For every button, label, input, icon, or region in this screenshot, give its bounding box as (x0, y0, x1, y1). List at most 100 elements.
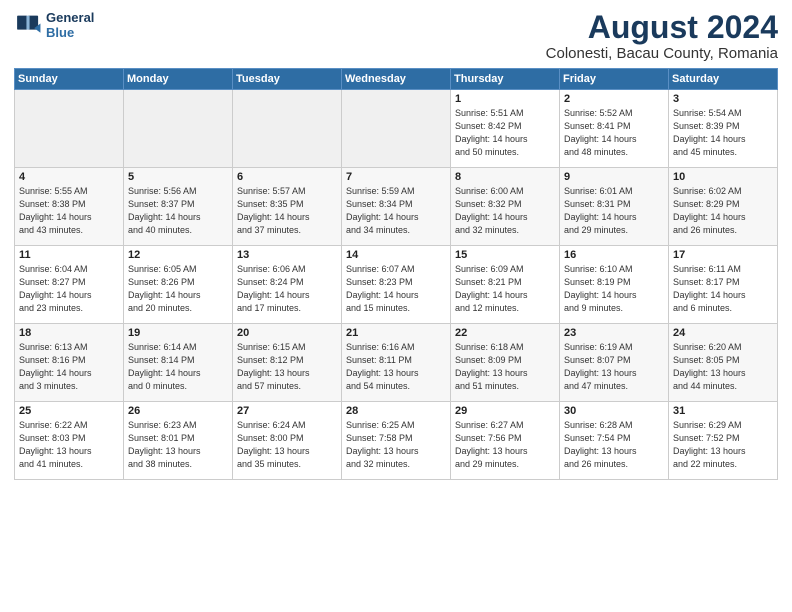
calendar-cell: 2 Sunrise: 5:52 AM Sunset: 8:41 PM Daylig… (560, 90, 669, 168)
day-number: 2 (564, 93, 664, 105)
calendar-cell: 11 Sunrise: 6:04 AM Sunset: 8:27 PM Dayli… (15, 246, 124, 324)
calendar-cell (233, 90, 342, 168)
calendar-cell (342, 90, 451, 168)
day-number: 23 (564, 327, 664, 339)
day-info: Sunrise: 6:07 AM Sunset: 8:23 PM Dayligh… (346, 263, 446, 315)
calendar-cell: 29Sunrise: 6:27 AM Sunset: 7:56 PM Dayli… (451, 402, 560, 480)
calendar-cell: 12 Sunrise: 6:05 AM Sunset: 8:26 PM Dayli… (124, 246, 233, 324)
day-number: 4 (19, 171, 119, 183)
page: General Blue August 2024 Colonesti, Baca… (0, 0, 792, 612)
day-info: Sunrise: 6:15 AM Sunset: 8:12 PM Dayligh… (237, 341, 337, 393)
day-info: Sunrise: 6:23 AM Sunset: 8:01 PM Dayligh… (128, 419, 228, 471)
day-info: Sunrise: 5:54 AM Sunset: 8:39 PM Dayligh… (673, 107, 773, 159)
calendar-cell: 6 Sunrise: 5:57 AM Sunset: 8:35 PM Daylig… (233, 168, 342, 246)
calendar-cell: 30 Sunrise: 6:28 AM Sunset: 7:54 PM Dayli… (560, 402, 669, 480)
day-number: 30 (564, 405, 664, 417)
calendar-cell: 23Sunrise: 6:19 AM Sunset: 8:07 PM Dayli… (560, 324, 669, 402)
general-blue-icon (14, 11, 42, 39)
calendar-week-row: 11 Sunrise: 6:04 AM Sunset: 8:27 PM Dayli… (15, 246, 778, 324)
day-info: Sunrise: 6:22 AM Sunset: 8:03 PM Dayligh… (19, 419, 119, 471)
weekday-header-saturday: Saturday (669, 69, 778, 90)
day-info: Sunrise: 6:06 AM Sunset: 8:24 PM Dayligh… (237, 263, 337, 315)
calendar-cell: 26 Sunrise: 6:23 AM Sunset: 8:01 PM Dayli… (124, 402, 233, 480)
day-number: 8 (455, 171, 555, 183)
day-number: 3 (673, 93, 773, 105)
day-info: Sunrise: 6:02 AM Sunset: 8:29 PM Dayligh… (673, 185, 773, 237)
weekday-header-friday: Friday (560, 69, 669, 90)
day-info: Sunrise: 6:04 AM Sunset: 8:27 PM Dayligh… (19, 263, 119, 315)
day-number: 11 (19, 249, 119, 261)
calendar-cell: 10 Sunrise: 6:02 AM Sunset: 8:29 PM Dayli… (669, 168, 778, 246)
day-info: Sunrise: 6:16 AM Sunset: 8:11 PM Dayligh… (346, 341, 446, 393)
day-number: 17 (673, 249, 773, 261)
day-number: 31 (673, 405, 773, 417)
day-info: Sunrise: 6:28 AM Sunset: 7:54 PM Dayligh… (564, 419, 664, 471)
day-info: Sunrise: 6:20 AM Sunset: 8:05 PM Dayligh… (673, 341, 773, 393)
day-number: 10 (673, 171, 773, 183)
calendar-table: SundayMondayTuesdayWednesdayThursdayFrid… (14, 68, 778, 480)
day-info: Sunrise: 6:24 AM Sunset: 8:00 PM Dayligh… (237, 419, 337, 471)
day-info: Sunrise: 6:13 AM Sunset: 8:16 PM Dayligh… (19, 341, 119, 393)
calendar-cell: 18Sunrise: 6:13 AM Sunset: 8:16 PM Dayli… (15, 324, 124, 402)
calendar-week-row: 1 Sunrise: 5:51 AM Sunset: 8:42 PM Daylig… (15, 90, 778, 168)
calendar-cell: 28Sunrise: 6:25 AM Sunset: 7:58 PM Dayli… (342, 402, 451, 480)
calendar-cell: 15 Sunrise: 6:09 AM Sunset: 8:21 PM Dayli… (451, 246, 560, 324)
day-number: 26 (128, 405, 228, 417)
calendar-cell: 24Sunrise: 6:20 AM Sunset: 8:05 PM Dayli… (669, 324, 778, 402)
calendar-cell: 27 Sunrise: 6:24 AM Sunset: 8:00 PM Dayli… (233, 402, 342, 480)
day-number: 12 (128, 249, 228, 261)
day-info: Sunrise: 6:00 AM Sunset: 8:32 PM Dayligh… (455, 185, 555, 237)
day-number: 21 (346, 327, 446, 339)
day-number: 1 (455, 93, 555, 105)
calendar-header-row: SundayMondayTuesdayWednesdayThursdayFrid… (15, 69, 778, 90)
subtitle: Colonesti, Bacau County, Romania (546, 45, 778, 62)
day-number: 19 (128, 327, 228, 339)
day-number: 5 (128, 171, 228, 183)
weekday-header-tuesday: Tuesday (233, 69, 342, 90)
day-info: Sunrise: 5:55 AM Sunset: 8:38 PM Dayligh… (19, 185, 119, 237)
calendar-cell: 17 Sunrise: 6:11 AM Sunset: 8:17 PM Dayli… (669, 246, 778, 324)
calendar-cell: 5 Sunrise: 5:56 AM Sunset: 8:37 PM Daylig… (124, 168, 233, 246)
header: General Blue August 2024 Colonesti, Baca… (14, 10, 778, 62)
calendar-cell: 8 Sunrise: 6:00 AM Sunset: 8:32 PM Daylig… (451, 168, 560, 246)
weekday-header-wednesday: Wednesday (342, 69, 451, 90)
day-info: Sunrise: 5:56 AM Sunset: 8:37 PM Dayligh… (128, 185, 228, 237)
day-number: 20 (237, 327, 337, 339)
calendar-cell: 16 Sunrise: 6:10 AM Sunset: 8:19 PM Dayli… (560, 246, 669, 324)
day-info: Sunrise: 6:25 AM Sunset: 7:58 PM Dayligh… (346, 419, 446, 471)
day-number: 15 (455, 249, 555, 261)
main-title: August 2024 (546, 10, 778, 45)
day-info: Sunrise: 5:57 AM Sunset: 8:35 PM Dayligh… (237, 185, 337, 237)
day-info: Sunrise: 5:52 AM Sunset: 8:41 PM Dayligh… (564, 107, 664, 159)
calendar-cell: 1 Sunrise: 5:51 AM Sunset: 8:42 PM Daylig… (451, 90, 560, 168)
calendar-cell: 13 Sunrise: 6:06 AM Sunset: 8:24 PM Dayli… (233, 246, 342, 324)
day-number: 29 (455, 405, 555, 417)
day-number: 13 (237, 249, 337, 261)
day-info: Sunrise: 6:11 AM Sunset: 8:17 PM Dayligh… (673, 263, 773, 315)
calendar-cell: 21 Sunrise: 6:16 AM Sunset: 8:11 PM Dayli… (342, 324, 451, 402)
logo-text: General Blue (46, 10, 94, 40)
calendar-week-row: 25Sunrise: 6:22 AM Sunset: 8:03 PM Dayli… (15, 402, 778, 480)
day-number: 27 (237, 405, 337, 417)
weekday-header-monday: Monday (124, 69, 233, 90)
day-info: Sunrise: 5:51 AM Sunset: 8:42 PM Dayligh… (455, 107, 555, 159)
weekday-header-sunday: Sunday (15, 69, 124, 90)
day-number: 6 (237, 171, 337, 183)
day-number: 14 (346, 249, 446, 261)
title-block: August 2024 Colonesti, Bacau County, Rom… (546, 10, 778, 62)
calendar-cell: 7Sunrise: 5:59 AM Sunset: 8:34 PM Daylig… (342, 168, 451, 246)
day-number: 16 (564, 249, 664, 261)
day-number: 7 (346, 171, 446, 183)
calendar-cell: 19Sunrise: 6:14 AM Sunset: 8:14 PM Dayli… (124, 324, 233, 402)
calendar-cell: 3 Sunrise: 5:54 AM Sunset: 8:39 PM Daylig… (669, 90, 778, 168)
logo: General Blue (14, 10, 94, 40)
day-info: Sunrise: 6:05 AM Sunset: 8:26 PM Dayligh… (128, 263, 228, 315)
calendar-cell: 25Sunrise: 6:22 AM Sunset: 8:03 PM Dayli… (15, 402, 124, 480)
day-info: Sunrise: 6:29 AM Sunset: 7:52 PM Dayligh… (673, 419, 773, 471)
day-info: Sunrise: 6:09 AM Sunset: 8:21 PM Dayligh… (455, 263, 555, 315)
calendar-cell: 4 Sunrise: 5:55 AM Sunset: 8:38 PM Daylig… (15, 168, 124, 246)
calendar-cell: 9Sunrise: 6:01 AM Sunset: 8:31 PM Daylig… (560, 168, 669, 246)
calendar-week-row: 18Sunrise: 6:13 AM Sunset: 8:16 PM Dayli… (15, 324, 778, 402)
calendar-cell (15, 90, 124, 168)
day-info: Sunrise: 6:10 AM Sunset: 8:19 PM Dayligh… (564, 263, 664, 315)
